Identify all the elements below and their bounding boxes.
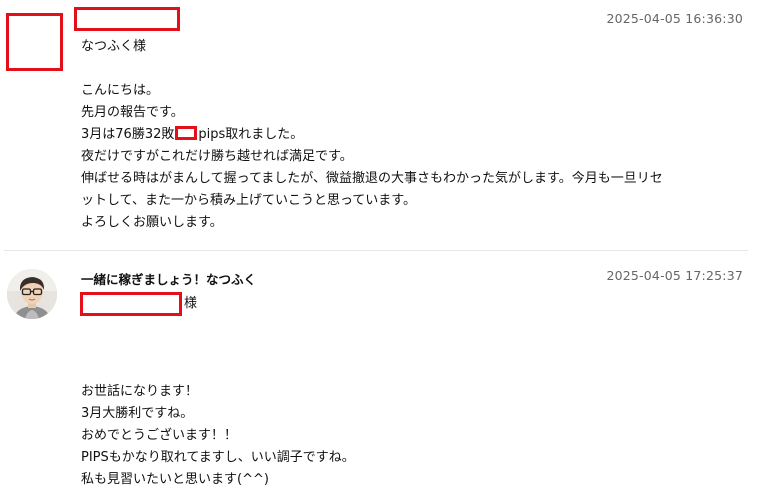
comment-line: おめでとうございます！！ [81, 428, 238, 443]
comment-line: よろしくお願いします。 [81, 215, 223, 230]
comment-line: 先月の報告です。 [81, 105, 184, 120]
comment-line: 3月大勝利ですね。 [81, 406, 194, 421]
comment-line: ットして、また一から積み上げていこうと思っています。 [81, 193, 417, 208]
comment-item: 2025-04-05 16:36:30 なつふく様 こんにちは。 先月の報告です… [0, 0, 765, 250]
salutation-suffix: 様 [184, 296, 198, 311]
comment-line: 私も見習いたいと思います(^^) [81, 472, 269, 487]
redacted-pips-value [175, 126, 198, 140]
comment-line: 夜だけですがこれだけ勝ち越せれば満足です。 [81, 149, 353, 164]
redacted-avatar [6, 13, 63, 71]
comment-author[interactable]: 一緒に稼ぎましょう！なつふく [81, 269, 256, 288]
comment-timestamp: 2025-04-05 16:36:30 [606, 11, 743, 26]
comment-line: PIPSもかなり取れてますし、いい調子ですね。 [81, 450, 355, 465]
comment-greeting: なつふく様 [81, 39, 147, 54]
comment-line: お世話になります！ [81, 384, 199, 399]
redacted-recipient-name [80, 292, 182, 316]
avatar [7, 269, 57, 319]
comment-line: こんにちは。 [81, 83, 160, 98]
avatar-illustration-icon [7, 269, 57, 319]
comment-timestamp: 2025-04-05 17:25:37 [606, 268, 743, 283]
result-text-end: pips取れました。 [198, 127, 304, 142]
result-text-start: 3月は76勝32敗 [81, 127, 175, 142]
comment-line-result: 3月は76勝32敗 pips取れました。 [81, 124, 303, 146]
redacted-username [74, 7, 180, 31]
comment-line: 伸ばせる時はがまんして握ってましたが、微益撤退の大事さもわかった気がします。今月… [81, 171, 663, 186]
